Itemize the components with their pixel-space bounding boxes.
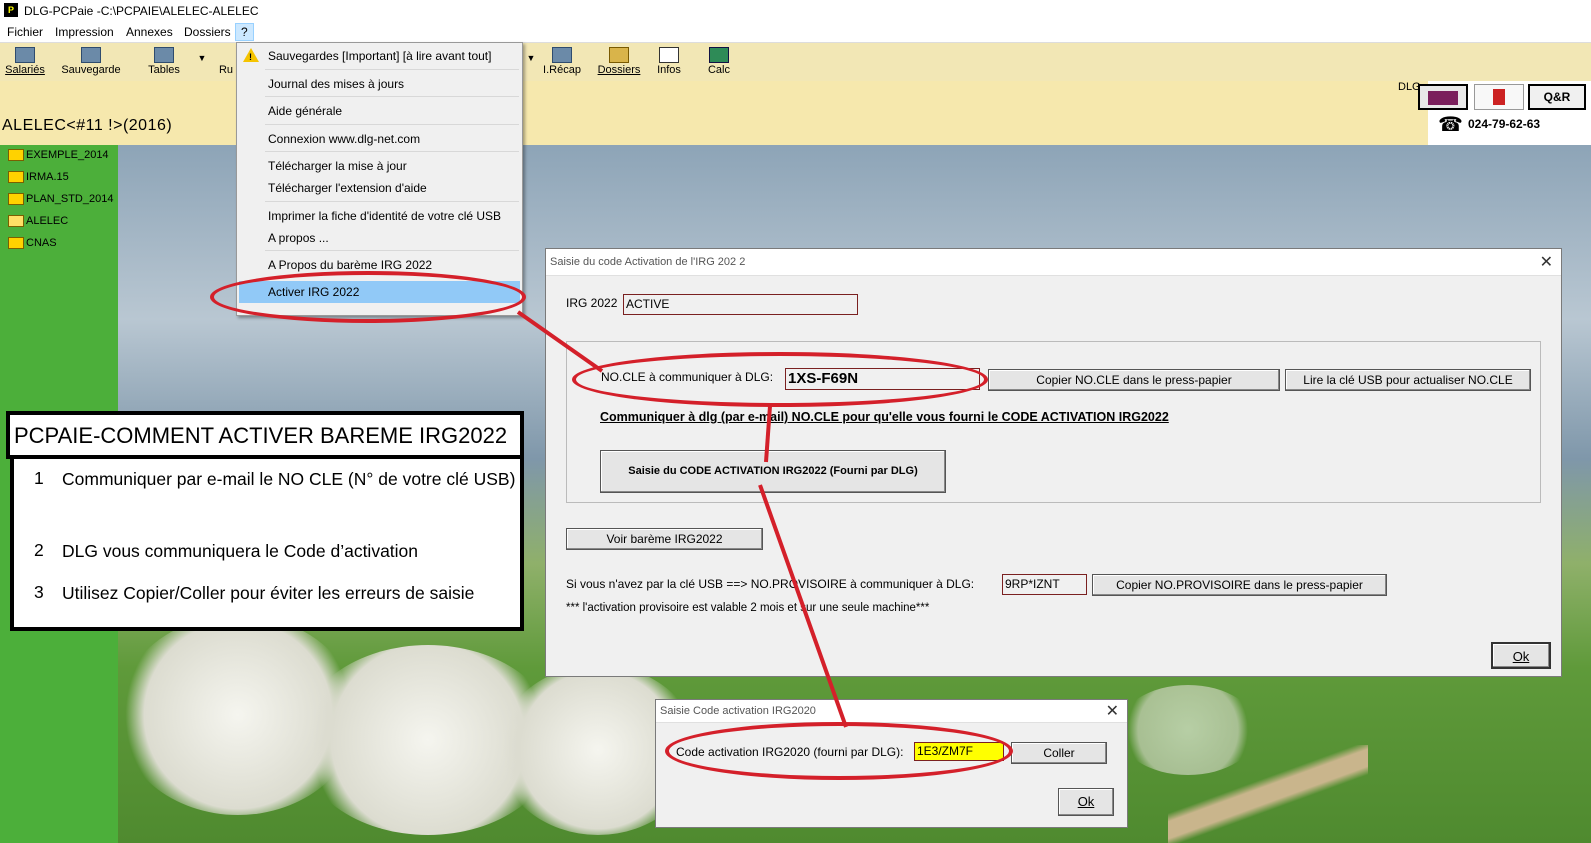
annotation-line <box>516 310 604 373</box>
annotation-lines <box>516 310 848 728</box>
annotation-line <box>764 405 772 463</box>
annotation-line <box>758 484 848 728</box>
